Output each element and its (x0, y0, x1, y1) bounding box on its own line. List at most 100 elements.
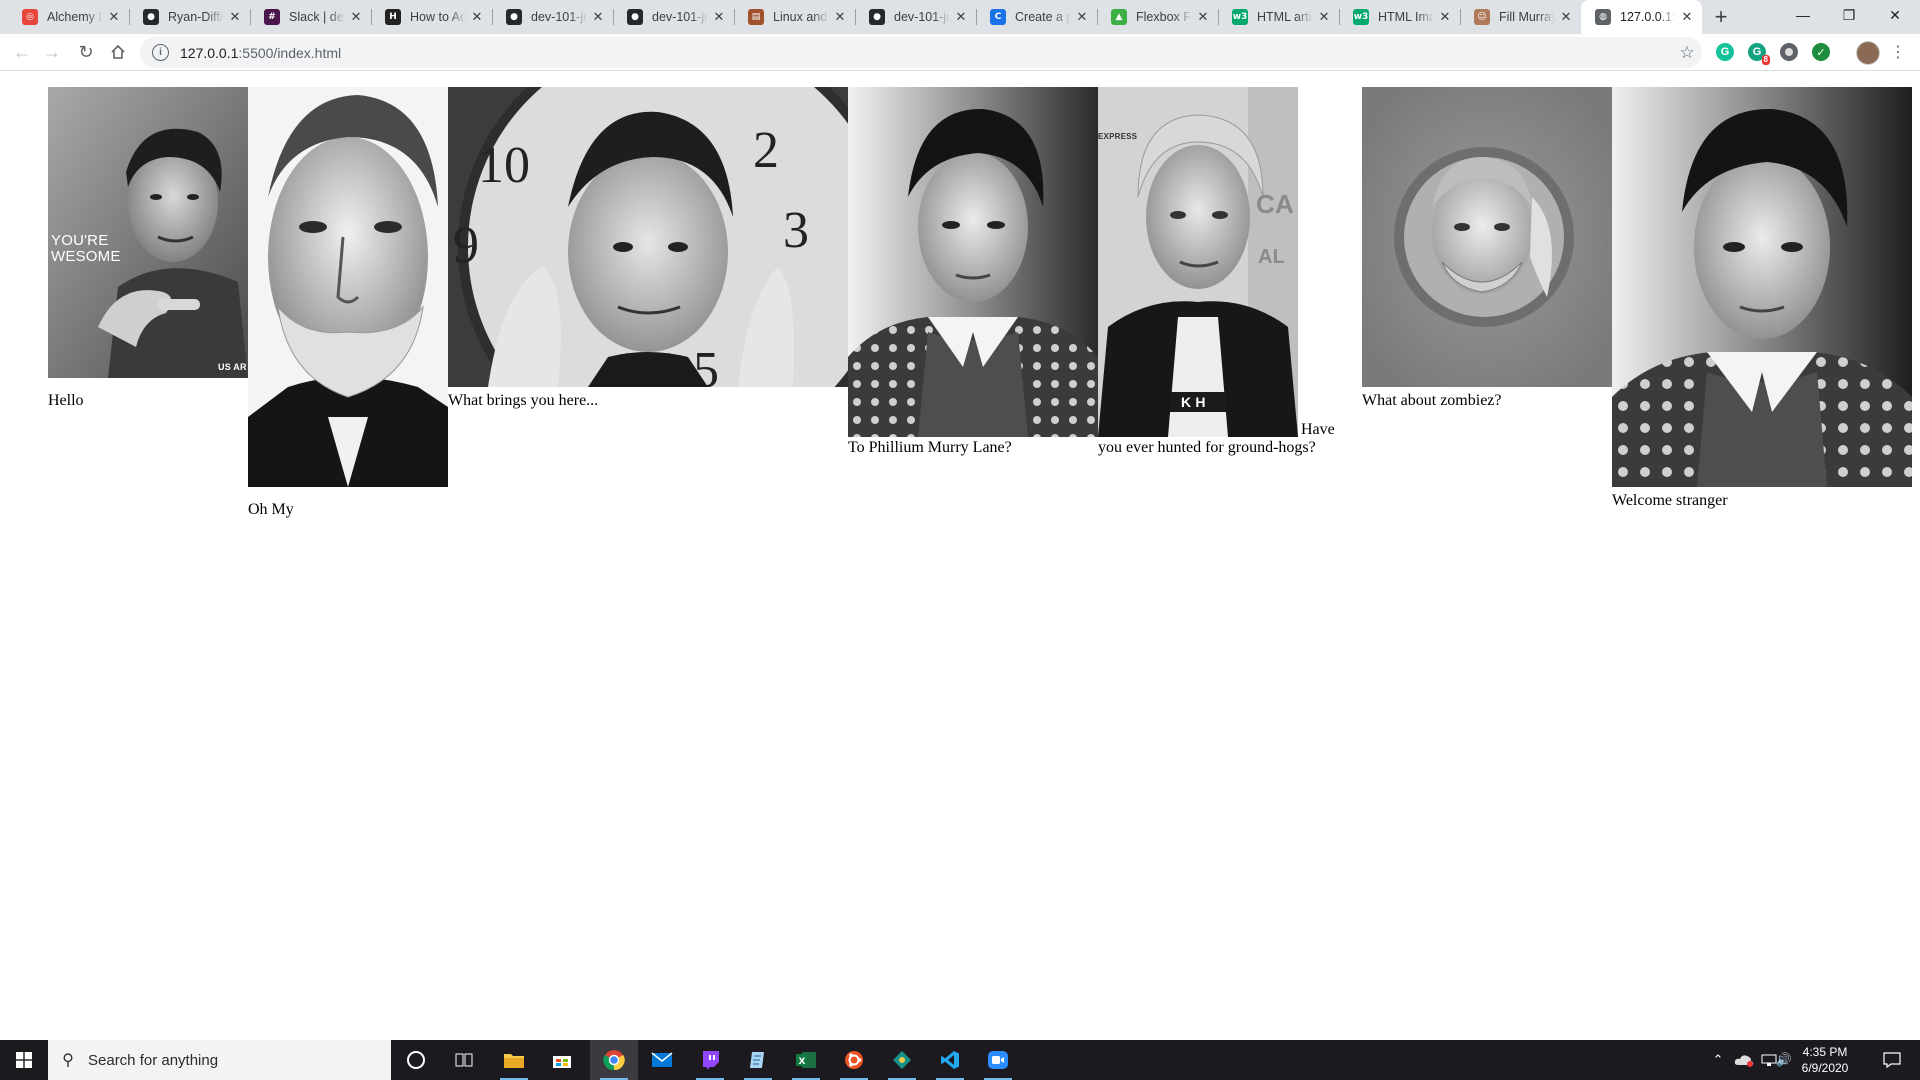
minimize-window-button[interactable]: — (1780, 0, 1826, 30)
zoom-icon[interactable] (974, 1040, 1022, 1080)
tab[interactable]: ▤ Linux and Mac ✕ (734, 0, 855, 34)
tab[interactable]: C Create a page ✕ (976, 0, 1097, 34)
htmlcom-icon: H (385, 9, 401, 25)
restore-window-button[interactable]: ❐ (1826, 0, 1872, 30)
url-text[interactable]: 127.0.0.1:5500/index.html (180, 45, 1672, 61)
browser-toolbar: ← → ↻ i 127.0.0.1:5500/index.html ☆ G G … (0, 34, 1920, 71)
onedrive-icon[interactable] (1732, 1040, 1756, 1080)
address-bar[interactable]: i 127.0.0.1:5500/index.html ☆ (140, 37, 1702, 68)
globe-icon: ◍ (1595, 9, 1611, 25)
search-icon: ⚲ (62, 1052, 74, 1069)
caption-phillium: To Phillium Murry Lane? (848, 439, 1012, 456)
tab-list: ◎ Alchemy Dev ✕ ● Ryan-Diff/dev ✕ # Slack | dev… (0, 0, 1702, 34)
tab-title: HTML article (1257, 10, 1313, 24)
mail-icon[interactable] (638, 1040, 686, 1080)
tab-title: dev-101-june (652, 10, 708, 24)
caption-welcome: Welcome stranger (1612, 492, 1728, 509)
new-tab-button[interactable]: + (1706, 0, 1736, 34)
tab[interactable]: w3 HTML Images ✕ (1339, 0, 1460, 34)
tab-title: Fill Murray (1499, 10, 1555, 24)
tab-active[interactable]: ◍ 127.0.0.1:5500 ✕ (1581, 0, 1702, 34)
tab[interactable]: ▲ Flexbox Froggy ✕ (1097, 0, 1218, 34)
ubuntu-icon[interactable] (830, 1040, 878, 1080)
forward-icon[interactable]: → (38, 38, 66, 66)
site-info-icon[interactable]: i (152, 44, 169, 61)
github-icon: ● (627, 9, 643, 25)
tray-overflow-chevron-icon[interactable]: ⌃ (1708, 1040, 1728, 1080)
back-icon[interactable]: ← (8, 38, 36, 66)
tab-close-icon[interactable]: ✕ (1438, 9, 1452, 25)
excel-icon[interactable]: X (782, 1040, 830, 1080)
photo-clock-man: 10 2 3 9 4 5 (448, 87, 848, 387)
tab-close-icon[interactable]: ✕ (591, 9, 605, 25)
tab[interactable]: ◎ Alchemy Dev ✕ (8, 0, 129, 34)
overlay-caption-text: YOU'RE WESOME (51, 232, 121, 265)
tab-close-icon[interactable]: ✕ (954, 9, 968, 25)
tab-close-icon[interactable]: ✕ (470, 9, 484, 25)
tab-title: Slack | dev-101 (289, 10, 345, 24)
tab-close-icon[interactable]: ✕ (1075, 9, 1089, 25)
bookmark-star-icon[interactable]: ☆ (1672, 43, 1702, 63)
store-icon[interactable] (538, 1040, 586, 1080)
shirt-print-text: K H (1181, 394, 1206, 410)
check-icon[interactable]: ✓ (1812, 43, 1830, 61)
tab-title: Flexbox Froggy (1136, 10, 1192, 24)
notepad-icon[interactable] (734, 1040, 782, 1080)
record-icon[interactable] (1780, 43, 1798, 61)
tab-title: Linux and Mac (773, 10, 829, 24)
caption-ground-hogs-first: Have (1301, 421, 1335, 438)
grammarly-badge-icon[interactable]: G 8 (1748, 43, 1770, 65)
tab[interactable]: ☺ Fill Murray ✕ (1460, 0, 1581, 34)
windows-start-icon[interactable] (0, 1040, 48, 1080)
windows-taskbar: ⚲ Search for anything X ⌃ 🔊 4:35 PM 6/9/… (0, 1040, 1920, 1080)
photo-young-man-portrait (1612, 87, 1912, 487)
tab[interactable]: w3 HTML article ✕ (1218, 0, 1339, 34)
notifications-icon[interactable] (1872, 1040, 1912, 1080)
close-window-button[interactable]: ✕ (1872, 0, 1918, 30)
tab-close-icon[interactable]: ✕ (712, 9, 726, 25)
tab[interactable]: H How to Add ✕ (371, 0, 492, 34)
chrome-icon[interactable] (590, 1040, 638, 1080)
caption-ground-hogs: you ever hunted for ground-hogs? (1098, 439, 1316, 456)
tab[interactable]: ● dev-101-june ✕ (613, 0, 734, 34)
menu-kebab-icon[interactable]: ⋮ (1884, 38, 1912, 66)
task-view-icon[interactable] (440, 1040, 488, 1080)
vscode-icon[interactable] (926, 1040, 974, 1080)
tab-close-icon[interactable]: ✕ (1317, 9, 1331, 25)
avatar-icon: ☺ (1474, 9, 1490, 25)
grammarly-icon[interactable]: G (1716, 43, 1734, 61)
slack-icon: # (264, 9, 280, 25)
tab[interactable]: ● dev-101-june ✕ (855, 0, 976, 34)
caption-zombiez: What about zombiez? (1362, 392, 1502, 409)
tab-close-icon[interactable]: ✕ (833, 9, 847, 25)
cortana-icon[interactable] (392, 1040, 440, 1080)
home-icon[interactable] (104, 38, 132, 66)
tab-close-icon[interactable]: ✕ (107, 9, 121, 25)
tab-title: dev-101-june (531, 10, 587, 24)
search-placeholder: Search for anything (88, 1051, 219, 1069)
tab[interactable]: # Slack | dev-101 ✕ (250, 0, 371, 34)
photo-young-man-sweater (848, 87, 1098, 437)
photo-vignette-man (1362, 87, 1612, 387)
caption-hello: Hello (48, 392, 84, 409)
taskbar-search-box[interactable]: ⚲ Search for anything (48, 1040, 391, 1080)
tab-title: HTML Images (1378, 10, 1434, 24)
clock-time: 4:35 PM (1802, 1045, 1848, 1059)
tab-close-icon[interactable]: ✕ (349, 9, 363, 25)
tab-close-icon[interactable]: ✕ (1196, 9, 1210, 25)
extension-badge: 8 (1761, 55, 1770, 65)
system-clock[interactable]: 4:35 PM 6/9/2020 (1790, 1044, 1860, 1076)
gitkraken-icon[interactable] (878, 1040, 926, 1080)
photo-older-man-event: EXPRESS CA AL K H (1098, 87, 1298, 437)
tab-close-icon[interactable]: ✕ (1680, 9, 1694, 25)
reload-icon[interactable]: ↻ (72, 38, 100, 66)
twitch-icon[interactable] (686, 1040, 734, 1080)
tab[interactable]: ● dev-101-june ✕ (492, 0, 613, 34)
profile-avatar-icon[interactable] (1856, 41, 1880, 65)
tab-close-icon[interactable]: ✕ (1559, 9, 1573, 25)
file-explorer-icon[interactable] (490, 1040, 538, 1080)
tab[interactable]: ● Ryan-Diff/dev ✕ (129, 0, 250, 34)
backdrop-sign-text-2: AL (1258, 246, 1286, 268)
github-icon: ● (506, 9, 522, 25)
tab-close-icon[interactable]: ✕ (228, 9, 242, 25)
